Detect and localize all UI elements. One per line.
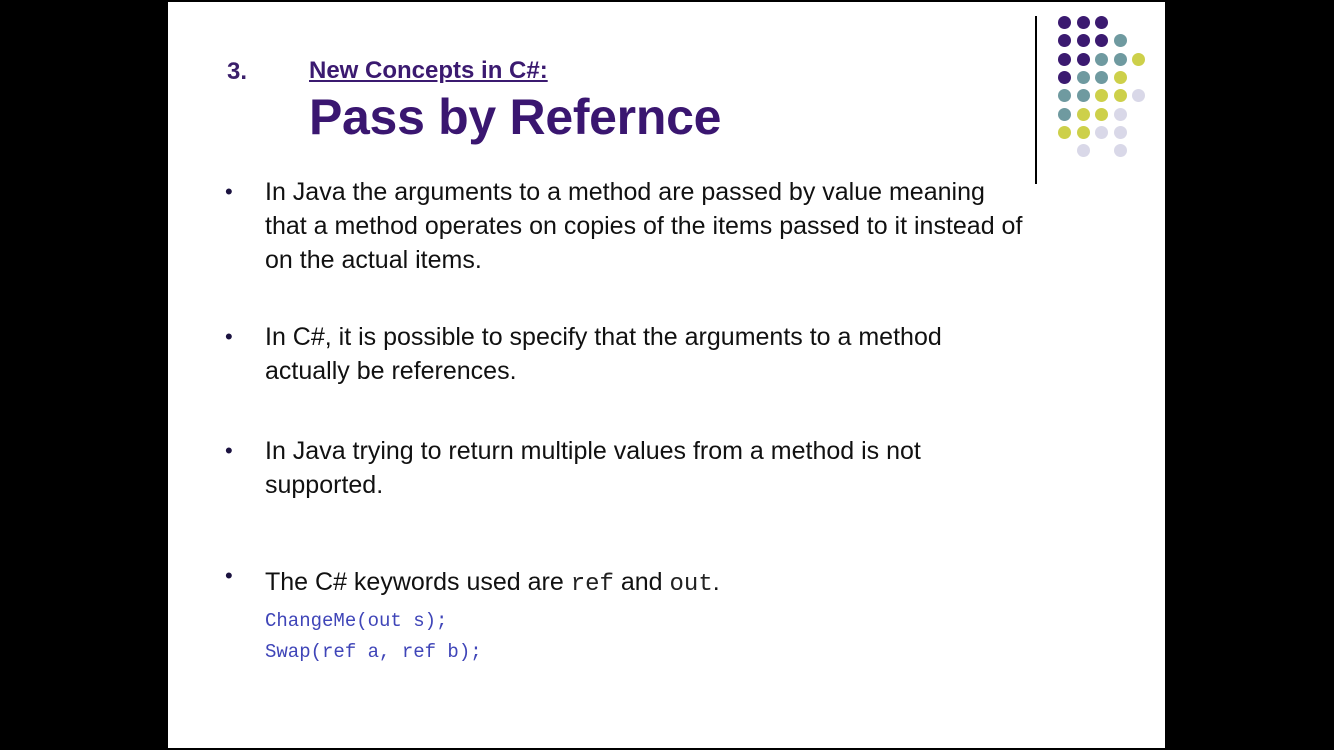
decorative-dot — [1076, 52, 1090, 66]
code-line: ChangeMe(out s); — [265, 610, 448, 632]
decorative-dot — [1113, 107, 1127, 121]
keywords-suffix: . — [712, 568, 720, 596]
bullet-item: • In Java trying to return multiple valu… — [225, 434, 921, 502]
decorative-dot — [1095, 52, 1108, 66]
decorative-dot — [1095, 34, 1108, 48]
bullet-icon: • — [225, 179, 233, 204]
bullet-text: In C#, it is possible to specify that th… — [265, 323, 942, 385]
bullet-icon: • — [225, 563, 233, 588]
decorative-dot — [1058, 70, 1071, 84]
decorative-dot — [1095, 16, 1108, 29]
slide: 3. New Concepts in C#: Pass by Refernce … — [168, 2, 1165, 748]
decorative-dot — [1076, 16, 1090, 29]
decorative-dot — [1132, 89, 1145, 103]
decorative-dot — [1113, 125, 1127, 139]
keywords-prefix: The C# keywords used are — [265, 568, 571, 596]
decorative-dot — [1076, 144, 1090, 158]
decorative-dot — [1058, 16, 1071, 29]
decorative-dot — [1113, 52, 1127, 66]
bullet-text: In Java the arguments to a method are pa… — [265, 178, 1023, 274]
decorative-dot — [1058, 125, 1071, 139]
decorative-dot — [1076, 125, 1090, 139]
decorative-dot — [1058, 89, 1071, 103]
keyword-ref: ref — [570, 571, 614, 598]
decorative-dot — [1113, 89, 1127, 103]
decorative-dot — [1113, 144, 1127, 158]
bullet-item: • In Java the arguments to a method are … — [225, 175, 1023, 277]
decorative-dot — [1076, 107, 1090, 121]
bullet-icon: • — [225, 438, 233, 463]
decorative-dot — [1095, 89, 1108, 103]
keyword-out: out — [669, 571, 713, 598]
bullet-icon: • — [225, 324, 233, 349]
code-line: Swap(ref a, ref b); — [265, 641, 482, 663]
slide-subtitle: New Concepts in C#: — [309, 57, 548, 84]
decorative-dot — [1132, 52, 1145, 66]
keywords-middle: and — [613, 568, 670, 596]
decorative-dot — [1113, 34, 1127, 48]
decorative-divider — [1035, 16, 1037, 184]
decorative-dot — [1095, 125, 1108, 139]
decorative-dot — [1058, 52, 1071, 66]
decorative-dot — [1076, 70, 1090, 84]
decorative-dot — [1076, 89, 1090, 103]
section-number: 3. — [227, 58, 248, 85]
decorative-dot — [1076, 34, 1090, 48]
decorative-dot — [1113, 70, 1127, 84]
decorative-dot — [1058, 107, 1071, 121]
decorative-dot — [1095, 70, 1108, 84]
slide-title: Pass by Refernce — [309, 89, 722, 145]
bullet-item: • The C# keywords used are ref and out. — [225, 563, 720, 602]
bullet-item: • In C#, it is possible to specify that … — [225, 320, 942, 388]
decorative-dot — [1095, 107, 1108, 121]
bullet-text: In Java trying to return multiple values… — [265, 437, 921, 499]
decorative-dot — [1058, 34, 1071, 48]
